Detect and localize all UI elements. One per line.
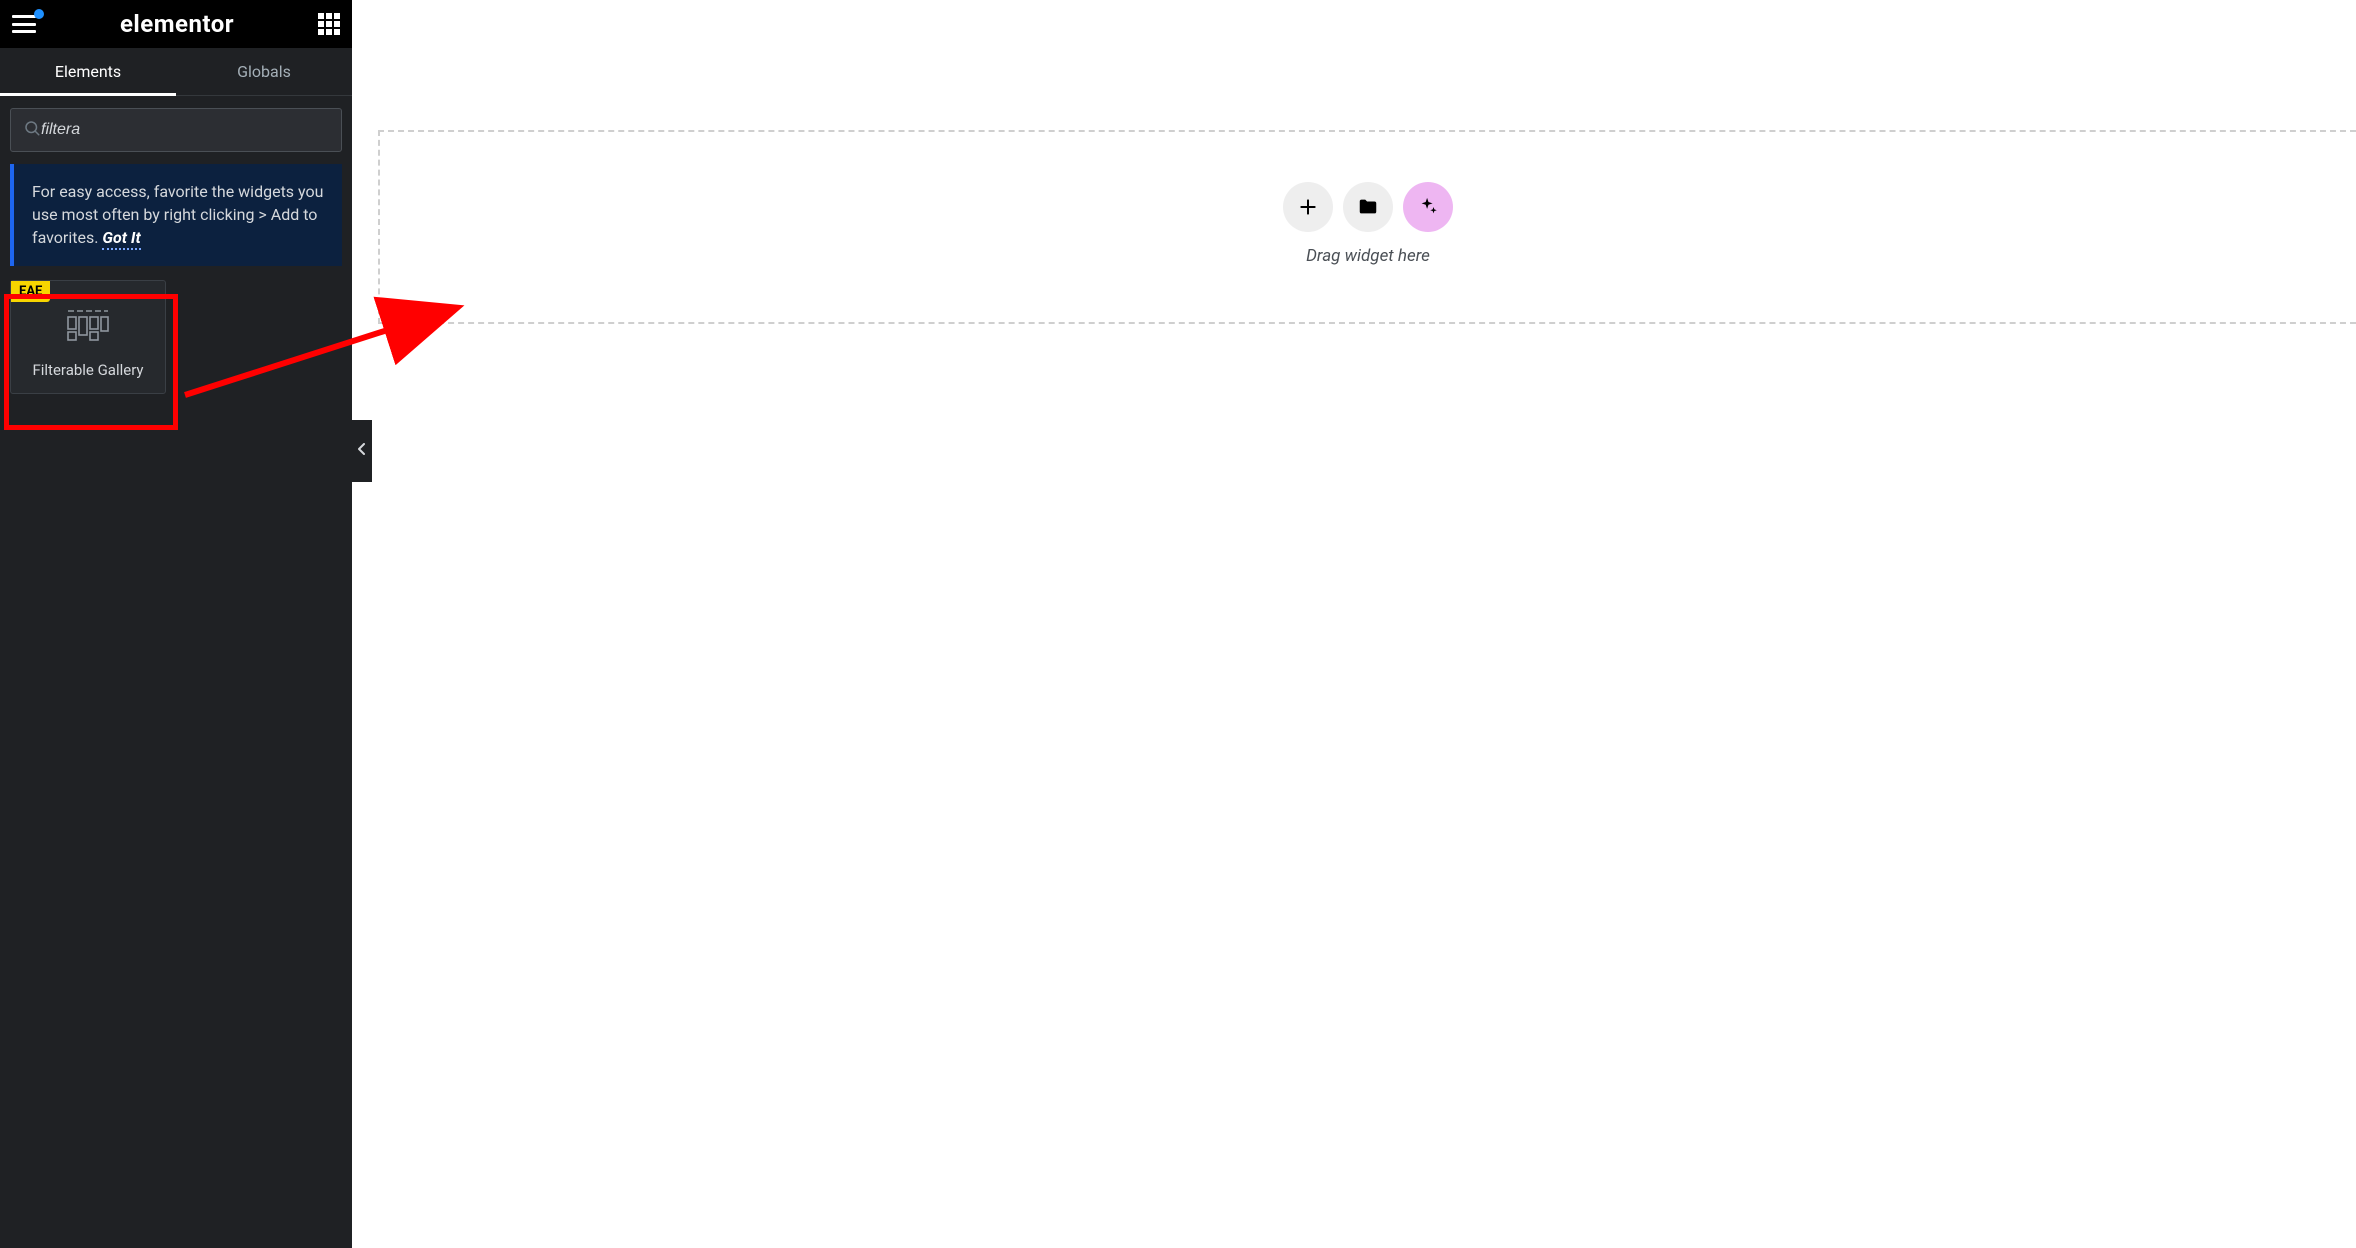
panel-tabs: Elements Globals — [0, 48, 352, 96]
sidebar-header: elementor — [0, 0, 352, 48]
tab-globals-label: Globals — [237, 62, 291, 81]
hamburger-icon — [12, 15, 36, 33]
tab-elements-label: Elements — [55, 62, 121, 81]
folder-icon — [1357, 196, 1379, 218]
ai-builder-button[interactable] — [1403, 182, 1453, 232]
editor-canvas: Drag widget here — [352, 0, 2356, 1248]
tab-globals[interactable]: Globals — [176, 48, 352, 95]
dropzone-hint: Drag widget here — [1306, 246, 1430, 266]
add-section-button[interactable] — [1283, 182, 1333, 232]
favorites-tip: For easy access, favorite the widgets yo… — [10, 164, 342, 266]
template-library-button[interactable] — [1343, 182, 1393, 232]
favorites-tip-gotit[interactable]: Got It — [102, 228, 140, 250]
widget-filterable-gallery[interactable]: EAE Filterable Gallery — [10, 280, 166, 394]
search-icon — [23, 119, 41, 141]
widgets-list: EAE Filterable Gallery — [0, 280, 352, 394]
dropzone-buttons — [1283, 182, 1453, 232]
section-dropzone[interactable]: Drag widget here — [378, 130, 2356, 324]
tab-elements[interactable]: Elements — [0, 48, 176, 95]
plus-icon — [1298, 197, 1318, 217]
widget-search-input[interactable] — [41, 121, 329, 139]
widget-label: Filterable Gallery — [32, 361, 143, 379]
search-box[interactable] — [10, 108, 342, 152]
widget-badge: EAE — [11, 281, 50, 302]
notification-dot-icon — [34, 9, 44, 19]
search-wrapper — [0, 96, 352, 164]
chevron-left-icon — [358, 443, 366, 459]
favorites-tip-text: For easy access, favorite the widgets yo… — [32, 182, 323, 247]
filterable-gallery-icon — [66, 309, 110, 349]
app-logo: elementor — [120, 10, 234, 38]
collapse-panel-button[interactable] — [352, 420, 372, 482]
hamburger-menu[interactable] — [12, 15, 36, 33]
editor-sidebar: elementor Elements Globals For e — [0, 0, 352, 1248]
sparkles-icon — [1417, 196, 1439, 218]
apps-grid-button[interactable] — [318, 13, 340, 35]
